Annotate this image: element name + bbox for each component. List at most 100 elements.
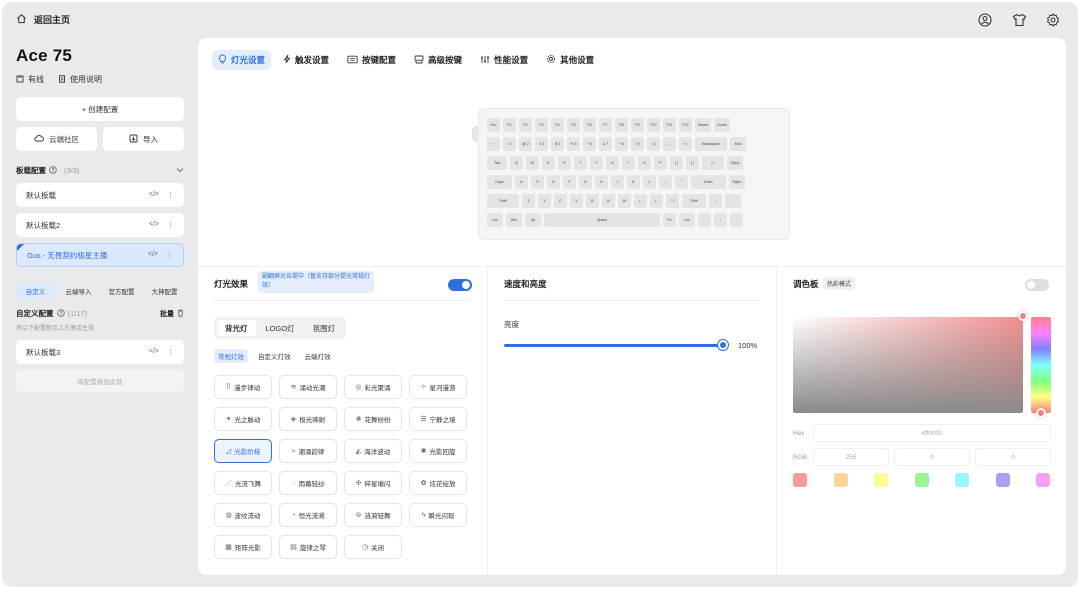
code-icon[interactable]: </> <box>149 348 159 356</box>
key[interactable]: G <box>579 175 592 189</box>
key[interactable]: Tab <box>487 156 507 170</box>
segment-ambient-light[interactable]: 氛围灯 <box>305 320 344 336</box>
key[interactable]: K <box>627 175 640 189</box>
user-icon[interactable] <box>976 11 994 29</box>
effect-button[interactable]: ◿ 光影阶梯 <box>214 439 272 463</box>
hue-slider-handle[interactable] <box>1036 408 1046 418</box>
key[interactable]: ~ ` <box>487 137 500 151</box>
key[interactable]: O <box>638 156 651 170</box>
key[interactable]: P <box>654 156 667 170</box>
key[interactable]: W <box>526 156 539 170</box>
key[interactable]: V <box>570 194 583 208</box>
effect-button[interactable]: ϟ 瞬光闪现 <box>409 503 467 527</box>
key[interactable]: " ' <box>675 175 688 189</box>
key[interactable] <box>725 194 741 208</box>
tab-standard-effects[interactable]: 常规灯效 <box>214 349 248 363</box>
key[interactable]: # 3 <box>535 137 548 151</box>
red-input[interactable]: 255 <box>813 448 889 466</box>
key[interactable]: Alt <box>525 213 541 227</box>
manual-link[interactable]: 使用说明 <box>58 74 102 85</box>
key[interactable]: & 7 <box>599 137 612 151</box>
help-icon[interactable]: ? <box>56 308 65 319</box>
key[interactable]: ? / <box>666 194 679 208</box>
home-link[interactable]: 返回主页 <box>16 13 70 26</box>
key[interactable]: C <box>554 194 567 208</box>
key[interactable]: T <box>574 156 587 170</box>
effect-button[interactable]: ◌ 雨幕轻纱 <box>279 471 337 495</box>
chevron-down-icon[interactable] <box>176 166 184 175</box>
key[interactable]: H <box>595 175 608 189</box>
key[interactable]: % 5 <box>567 137 580 151</box>
saturation-picker[interactable] <box>793 317 1023 413</box>
key[interactable]: Home <box>714 118 730 132</box>
more-icon[interactable]: ⋮ <box>167 191 174 199</box>
key[interactable]: @ 2 <box>519 137 532 151</box>
code-icon[interactable]: </> <box>148 251 158 259</box>
color-swatch[interactable] <box>955 473 969 487</box>
cloud-community-button[interactable]: 云端社区 <box>16 127 97 151</box>
key[interactable]: Fn <box>663 213 676 227</box>
key[interactable]: Y <box>590 156 603 170</box>
key[interactable]: F3 <box>535 118 548 132</box>
key[interactable]: → <box>730 213 743 227</box>
key[interactable]: Shift <box>682 194 706 208</box>
effect-button[interactable]: ≈ 潮涌韵律 <box>279 439 337 463</box>
custom-config-item[interactable]: 默认板载3 </> ⋮ <box>16 340 184 364</box>
key[interactable]: Win <box>506 213 522 227</box>
more-icon[interactable]: ⋮ <box>167 348 174 356</box>
effect-button[interactable]: ☰ 宁静之境 <box>409 407 467 431</box>
key[interactable]: L <box>643 175 656 189</box>
tab-custom-effects[interactable]: 自定义灯效 <box>254 349 295 363</box>
tab-keymap[interactable]: 按键配置 <box>341 50 402 70</box>
theme-shirt-icon[interactable] <box>1010 11 1028 29</box>
blue-input[interactable]: 0 <box>975 448 1051 466</box>
color-swatch[interactable] <box>1036 473 1050 487</box>
color-swatch[interactable] <box>833 473 848 487</box>
key[interactable]: F11 <box>663 118 676 132</box>
key[interactable]: PgDn <box>729 175 745 189</box>
segment-backlight[interactable]: 背光灯 <box>217 320 256 336</box>
tab-official[interactable]: 官方配置 <box>102 283 141 299</box>
code-icon[interactable]: </> <box>149 221 159 229</box>
key[interactable]: Q <box>510 156 523 170</box>
brightness-slider-track[interactable] <box>504 344 724 347</box>
key[interactable]: Delete <box>695 118 711 132</box>
key[interactable]: ^ 6 <box>583 137 596 151</box>
effect-button[interactable]: ◭ 海洋波动 <box>344 439 402 463</box>
effect-button[interactable]: ▤ 旋律之琴 <box>279 535 337 559</box>
key[interactable]: A <box>515 175 528 189</box>
effect-button[interactable]: ⠿ 漫步律动 <box>214 375 272 399</box>
effect-button[interactable]: ⊜ 涟漪轻舞 <box>344 503 402 527</box>
key[interactable]: N <box>602 194 615 208</box>
key[interactable]: } ] <box>686 156 699 170</box>
key[interactable]: X <box>538 194 551 208</box>
key[interactable]: F8 <box>615 118 628 132</box>
key[interactable]: I <box>622 156 635 170</box>
key[interactable]: S <box>531 175 544 189</box>
effect-button[interactable]: ◔ 恒光流溯 <box>279 503 337 527</box>
key[interactable]: { [ <box>670 156 683 170</box>
config-drop-zone[interactable]: 将配置拖到此处 <box>16 370 184 392</box>
effect-button[interactable]: ✣ 碎星璀闪 <box>344 471 402 495</box>
key[interactable]: F10 <box>647 118 660 132</box>
board-config-item[interactable]: 默认板载2 </> ⋮ <box>16 213 184 237</box>
effect-button[interactable]: ✺ 光影回旋 <box>409 439 467 463</box>
key[interactable]: F2 <box>519 118 532 132</box>
tab-performance[interactable]: 性能设置 <box>474 50 534 70</box>
brightness-slider-thumb[interactable] <box>718 340 728 350</box>
color-swatch[interactable] <box>874 473 888 487</box>
key[interactable]: F4 <box>551 118 564 132</box>
key[interactable]: Esc <box>487 118 500 132</box>
tab-cloud-import[interactable]: 云端导入 <box>59 283 98 299</box>
color-swatch[interactable] <box>995 473 1010 487</box>
key[interactable]: B <box>586 194 599 208</box>
effect-button[interactable]: ◈ 极光映射 <box>279 407 337 431</box>
color-swatch[interactable] <box>793 473 807 487</box>
key[interactable]: _ - <box>663 137 676 151</box>
tab-lighting[interactable]: 灯光设置 <box>212 50 272 70</box>
saturation-picker-handle[interactable] <box>1018 311 1028 321</box>
effect-button[interactable]: ❀ 花舞纷纷 <box>344 407 402 431</box>
tab-custom[interactable]: 自定义 <box>16 283 55 299</box>
palette-mode-badge[interactable]: 热彩模式 <box>823 277 856 290</box>
key[interactable]: F9 <box>631 118 644 132</box>
